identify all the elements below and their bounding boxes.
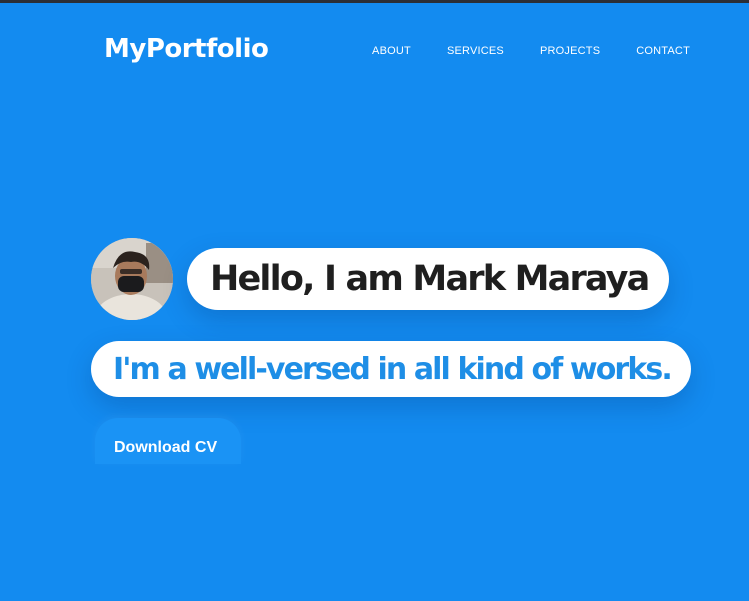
- nav-link-about[interactable]: ABOUT: [372, 45, 411, 57]
- window-top-edge: [0, 0, 749, 3]
- greeting-pill: Hello, I am Mark Maraya: [187, 248, 670, 310]
- main-nav: ABOUT SERVICES PROJECTS CONTACT: [372, 45, 690, 57]
- portfolio-page: MyPortfolio ABOUT SERVICES PROJECTS CONT…: [0, 0, 749, 601]
- nav-link-services[interactable]: SERVICES: [447, 45, 504, 57]
- site-logo[interactable]: MyPortfolio: [104, 34, 269, 64]
- profile-photo-image: [91, 238, 173, 320]
- tagline-text: I'm a well-versed in all kind of works.: [113, 351, 673, 387]
- greeting-heading: Hello, I am Mark Maraya: [210, 259, 650, 299]
- nav-link-contact[interactable]: CONTACT: [636, 45, 690, 57]
- tagline-pill: I'm a well-versed in all kind of works.: [91, 341, 691, 397]
- download-cv-button[interactable]: Download CV: [95, 418, 241, 464]
- nav-link-projects[interactable]: PROJECTS: [540, 45, 600, 57]
- profile-avatar: [91, 238, 173, 320]
